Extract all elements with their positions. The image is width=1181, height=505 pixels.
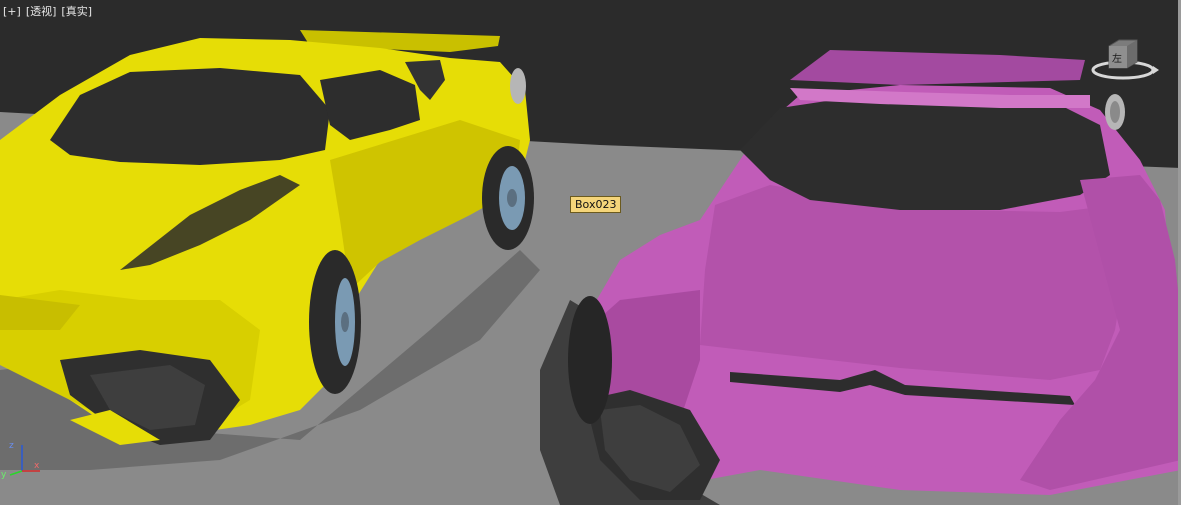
viewcube[interactable]: 左: [1091, 36, 1163, 84]
axis-tripod-gizmo: z x y: [1, 441, 40, 479]
object-tooltip: Box023: [570, 196, 622, 213]
axis-label-y: y: [1, 470, 7, 479]
viewport-menu-perspective[interactable]: [透视]: [26, 5, 57, 18]
viewport-label-menu: [+] [透视] [真实]: [3, 3, 97, 19]
viewcube-arrow-icon[interactable]: [1153, 66, 1159, 74]
perspective-viewport[interactable]: [+] [透视] [真实] Box023 左 z x y: [0, 0, 1181, 505]
yellow-car-front-wheel: [309, 250, 361, 394]
magenta-car-front-wheel: [568, 296, 612, 424]
axis-label-z: z: [9, 441, 14, 451]
viewport-menu-plus[interactable]: [+]: [3, 5, 21, 18]
viewport-menu-shading[interactable]: [真实]: [61, 5, 92, 18]
axis-label-x: x: [34, 461, 40, 471]
scene-render[interactable]: [0, 0, 1181, 505]
viewcube-face-label: 左: [1112, 52, 1122, 65]
yellow-car-rear-wheel: [482, 146, 534, 250]
